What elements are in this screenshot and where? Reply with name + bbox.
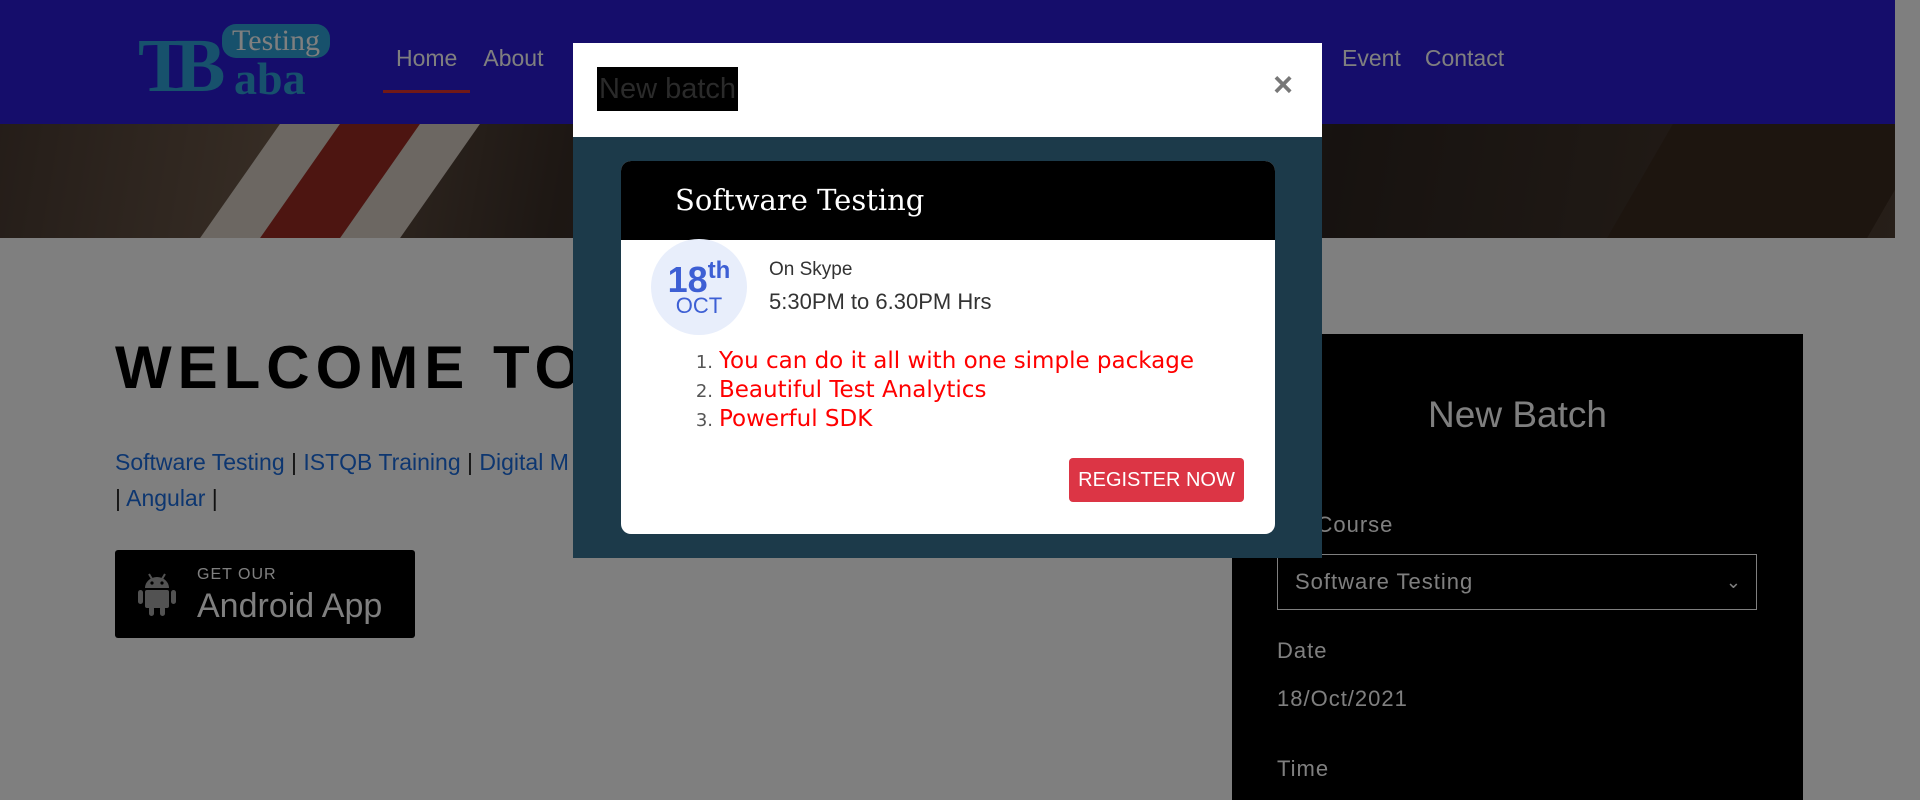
batch-location: On Skype — [769, 259, 853, 280]
list-item: 3. Powerful SDK — [689, 405, 1194, 434]
list-item-text: You can do it all with one simple packag… — [719, 348, 1195, 374]
modal-header: New batch × — [573, 43, 1322, 137]
batch-time: 5:30PM to 6.30PM Hrs — [769, 289, 992, 314]
batch-date-badge: 18th OCT — [651, 239, 747, 335]
list-item: 1. You can do it all with one simple pack… — [689, 347, 1194, 376]
batch-card-header: Software Testing — [621, 161, 1275, 240]
new-batch-modal: New batch × Software Testing 18th OCT On… — [573, 43, 1322, 558]
list-item-number: 2. — [695, 381, 713, 402]
modal-title: New batch — [597, 67, 739, 111]
batch-card-title: Software Testing — [675, 183, 925, 217]
batch-date-month: OCT — [675, 293, 723, 318]
close-icon[interactable]: × — [1266, 65, 1300, 105]
list-item: 2. Beautiful Test Analytics — [689, 376, 1194, 405]
list-item-text: Beautiful Test Analytics — [719, 377, 987, 403]
batch-card: Software Testing 18th OCT On Skype 5:30P… — [621, 161, 1275, 534]
list-item-text: Powerful SDK — [719, 406, 873, 432]
modal-body: Software Testing 18th OCT On Skype 5:30P… — [573, 137, 1322, 558]
register-now-button[interactable]: REGISTER NOW — [1069, 458, 1244, 502]
list-item-number: 3. — [695, 410, 713, 431]
list-item-number: 1. — [695, 352, 713, 373]
batch-date-suffix: th — [707, 257, 731, 284]
feature-list: 1. You can do it all with one simple pack… — [689, 347, 1194, 434]
